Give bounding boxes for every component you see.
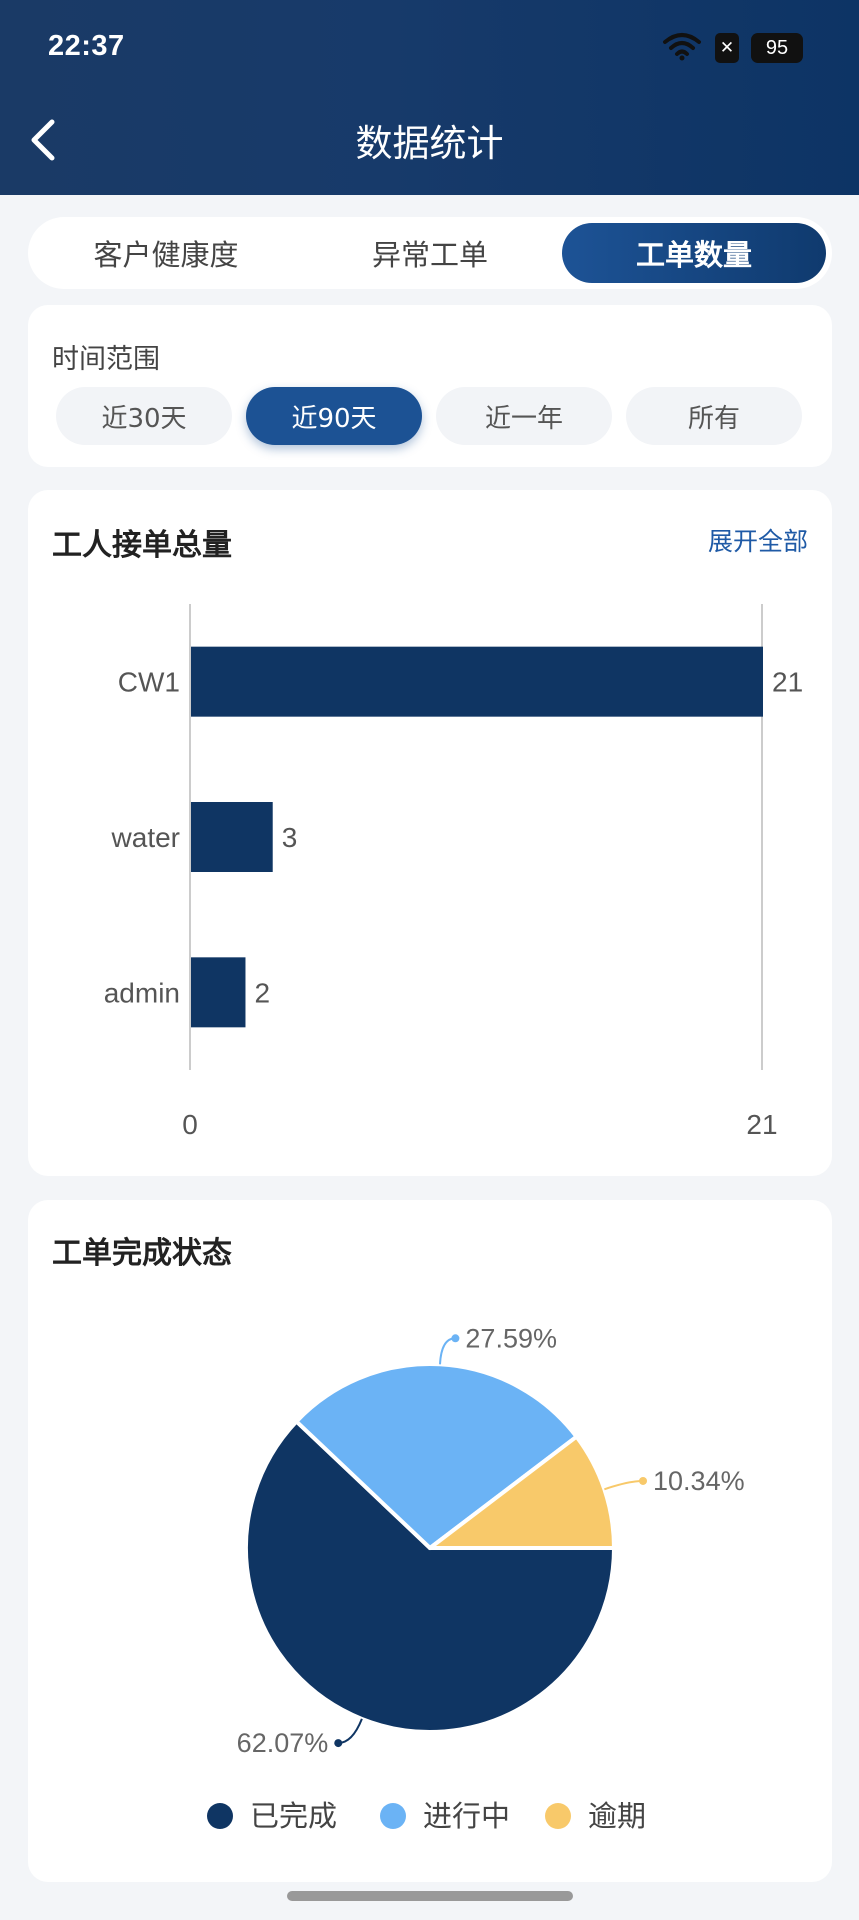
legend-label: 已完成 xyxy=(250,1799,337,1833)
range-one-year-button[interactable]: 近一年 xyxy=(436,387,612,445)
leader-line xyxy=(438,1337,456,1365)
order-status-card: 工单完成状态 62.07% 27.59% 10.34% 已完成 进行中 逾期 xyxy=(28,1200,832,1882)
home-indicator xyxy=(287,1891,573,1901)
wifi-icon xyxy=(661,31,703,65)
bar-admin xyxy=(191,957,246,1028)
bar-value-label: 2 xyxy=(254,977,270,1008)
leader-dot xyxy=(334,1739,343,1748)
status-icons: ✕ 95 xyxy=(661,32,803,64)
legend-swatch xyxy=(545,1803,571,1829)
bar-value-label: 21 xyxy=(772,667,803,698)
category-label: admin xyxy=(104,977,180,1008)
legend-swatch xyxy=(207,1803,233,1829)
stats-tabs: 客户健康度 异常工单 工单数量 xyxy=(28,217,832,289)
legend-item-逾期[interactable]: 逾期 xyxy=(545,1799,646,1833)
slice-percent-label: 62.07% xyxy=(237,1728,329,1758)
battery-indicator: 95 xyxy=(751,33,803,63)
leader-line xyxy=(604,1479,644,1491)
legend-label: 逾期 xyxy=(588,1799,646,1833)
legend-label: 进行中 xyxy=(423,1799,510,1833)
bar-value-label: 3 xyxy=(282,822,298,853)
range-all-button[interactable]: 所有 xyxy=(626,387,802,445)
slice-percent-label: 27.59% xyxy=(465,1323,557,1353)
slice-percent-label: 10.34% xyxy=(653,1466,745,1496)
legend-item-进行中[interactable]: 进行中 xyxy=(380,1799,510,1833)
leader-line xyxy=(338,1718,363,1745)
status-time: 22:37 xyxy=(48,30,125,62)
worker-orders-card: 工人接单总量 展开全部 CW1 21 water 3 admin 2 0 21 xyxy=(28,490,832,1176)
leader-dot xyxy=(451,1334,460,1343)
app-header: 22:37 ✕ 95 数据统计 xyxy=(0,0,859,195)
x-tick-label: 0 xyxy=(182,1109,198,1140)
page-title: 数据统计 xyxy=(355,122,504,165)
tab-abnormal-orders[interactable]: 异常工单 xyxy=(298,223,562,283)
bar-CW1 xyxy=(191,646,763,717)
category-label: CW1 xyxy=(118,667,180,698)
range-90-days-button[interactable]: 近90天 xyxy=(246,387,422,445)
time-range-label: 时间范围 xyxy=(52,344,160,375)
legend-item-已完成[interactable]: 已完成 xyxy=(207,1799,337,1833)
x-tick-label: 21 xyxy=(746,1109,777,1140)
category-label: water xyxy=(111,822,180,853)
tab-order-count[interactable]: 工单数量 xyxy=(562,223,826,283)
worker-orders-bar-chart: CW1 21 water 3 admin 2 0 21 xyxy=(104,604,803,1140)
tab-customer-health[interactable]: 客户健康度 xyxy=(34,223,298,283)
leader-dot xyxy=(639,1476,648,1485)
legend-swatch xyxy=(380,1803,406,1829)
order-status-pie-chart: 62.07% 27.59% 10.34% 已完成 进行中 逾期 xyxy=(207,1323,745,1833)
range-30-days-button[interactable]: 近30天 xyxy=(56,387,232,445)
bar-water xyxy=(191,802,273,872)
x-badge-icon: ✕ xyxy=(715,33,739,63)
time-range-card: 时间范围 近30天 近90天 近一年 所有 xyxy=(28,305,832,467)
